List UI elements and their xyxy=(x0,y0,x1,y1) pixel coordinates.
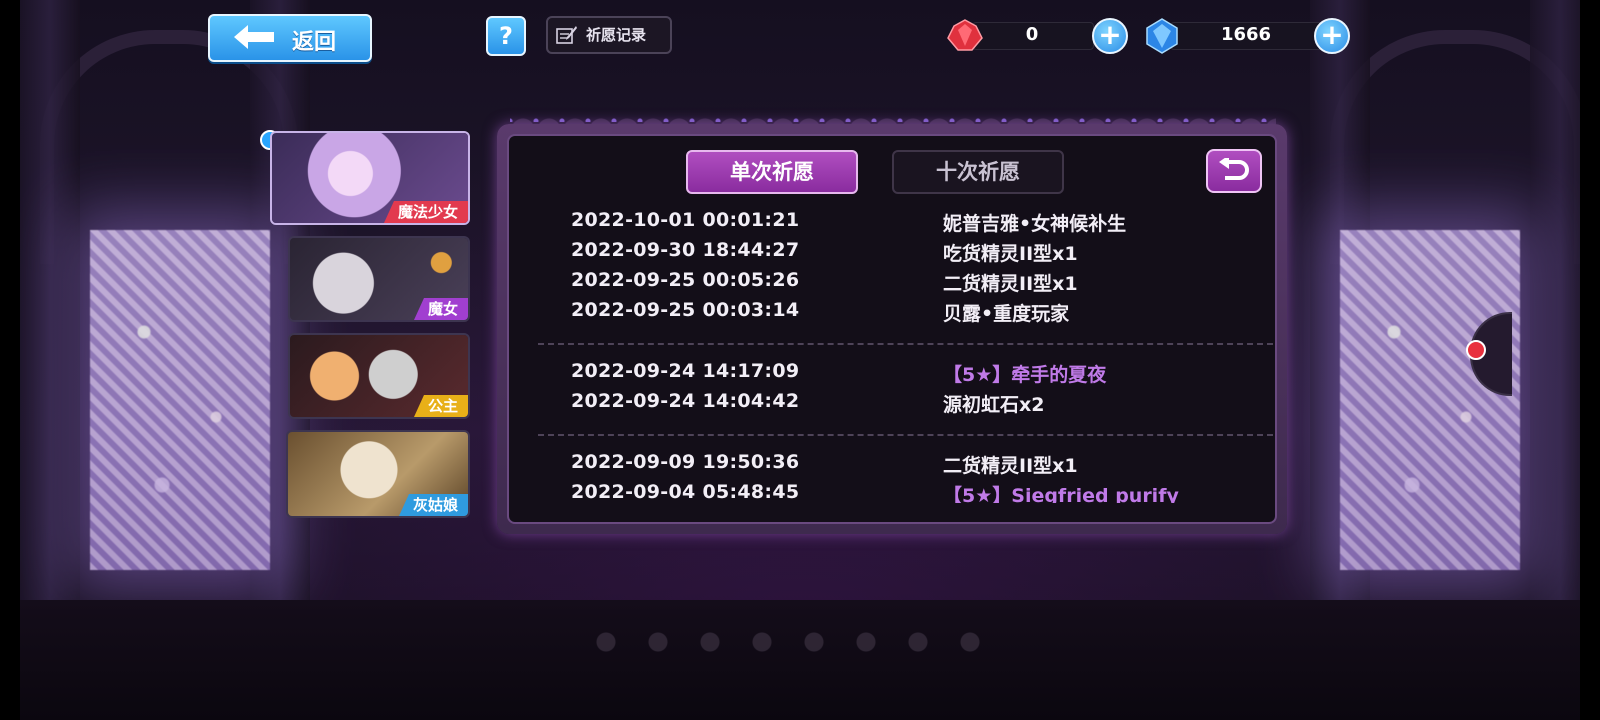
return-arrow-icon xyxy=(1219,158,1249,180)
record-row: 2022-09-09 19:50:36 二货精灵II型x1 xyxy=(571,451,1271,479)
record-row: 2022-09-24 14:04:42 源初虹石x2 xyxy=(571,390,1271,418)
record-row: 2022-09-30 18:44:27 吃货精灵II型x1 xyxy=(571,239,1271,267)
quill-scroll-icon xyxy=(556,26,577,44)
floor-ornaments xyxy=(580,632,980,652)
back-button[interactable]: 返回 xyxy=(208,14,372,62)
record-item: 贝露•重度玩家 xyxy=(943,303,1070,325)
record-date: 2022-10-01 00:01:21 xyxy=(571,209,800,231)
record-row: 2022-09-04 05:48:45 【5★】Siegfried purify xyxy=(571,481,1271,503)
banner-tab-magical-girl[interactable]: 魔法少女 xyxy=(270,131,470,225)
record-item-five-star: 【5★】牵手的夏夜 xyxy=(943,364,1107,386)
banner-tab-witch[interactable]: 魔女 xyxy=(288,236,470,322)
arrow-left-icon xyxy=(234,25,274,49)
blue-crystal-counter: 1666 + xyxy=(1144,18,1354,54)
record-date: 2022-09-30 18:44:27 xyxy=(571,239,800,261)
record-date: 2022-09-24 14:17:09 xyxy=(571,360,800,382)
tab-single-wish[interactable]: 单次祈愿 xyxy=(686,150,858,194)
record-date: 2022-09-09 19:50:36 xyxy=(571,451,800,473)
group-divider xyxy=(538,434,1273,436)
tab-ten-wish[interactable]: 十次祈愿 xyxy=(892,150,1064,194)
record-date: 2022-09-24 14:04:42 xyxy=(571,390,800,412)
left-stained-window xyxy=(90,230,270,570)
notification-dot xyxy=(1466,340,1486,360)
red-crystal-counter: 0 + xyxy=(946,18,1128,54)
record-item: 二货精灵II型x1 xyxy=(943,273,1078,295)
record-item: 吃货精灵II型x1 xyxy=(943,243,1078,265)
tab-label-magical-girl: 魔法少女 xyxy=(383,201,468,223)
record-row: 2022-09-25 00:05:26 二货精灵II型x1 xyxy=(571,269,1271,297)
record-item: 妮普吉雅•女神候补生 xyxy=(943,213,1127,235)
record-item: 源初虹石x2 xyxy=(943,394,1045,416)
tab-label-cinderella: 灰姑娘 xyxy=(398,494,468,516)
wish-record-button[interactable]: 祈愿记录 xyxy=(546,16,672,54)
record-date: 2022-09-25 00:03:14 xyxy=(571,299,800,321)
wish-record-label: 祈愿记录 xyxy=(586,26,647,44)
record-row: 2022-10-01 00:01:21 妮普吉雅•女神候补生 xyxy=(571,209,1271,237)
red-crystal-value: 0 xyxy=(1025,24,1039,45)
back-label: 返回 xyxy=(292,30,337,55)
undo-return-button[interactable] xyxy=(1206,149,1262,193)
record-item-five-star: 【5★】Siegfried purify xyxy=(943,485,1179,503)
record-row: 2022-09-24 14:17:09 【5★】牵手的夏夜 xyxy=(571,360,1271,388)
floor xyxy=(20,600,1580,720)
record-row: 2022-09-25 00:03:14 贝露•重度玩家 xyxy=(571,299,1271,327)
right-stained-window xyxy=(1340,230,1520,570)
record-item: 二货精灵II型x1 xyxy=(943,455,1078,477)
record-date: 2022-09-04 05:48:45 xyxy=(571,481,800,503)
group-divider xyxy=(538,343,1273,345)
record-date: 2022-09-25 00:05:26 xyxy=(571,269,800,291)
banner-tab-princess[interactable]: 公主 xyxy=(288,333,470,419)
add-red-crystal-button[interactable]: + xyxy=(1092,18,1128,54)
help-button[interactable]: ? xyxy=(486,16,526,56)
add-blue-crystal-button[interactable]: + xyxy=(1314,18,1350,54)
panel-ornament-gems xyxy=(510,110,1276,122)
blue-crystal-value: 1666 xyxy=(1220,24,1272,45)
banner-tab-cinderella[interactable]: 灰姑娘 xyxy=(286,430,470,518)
